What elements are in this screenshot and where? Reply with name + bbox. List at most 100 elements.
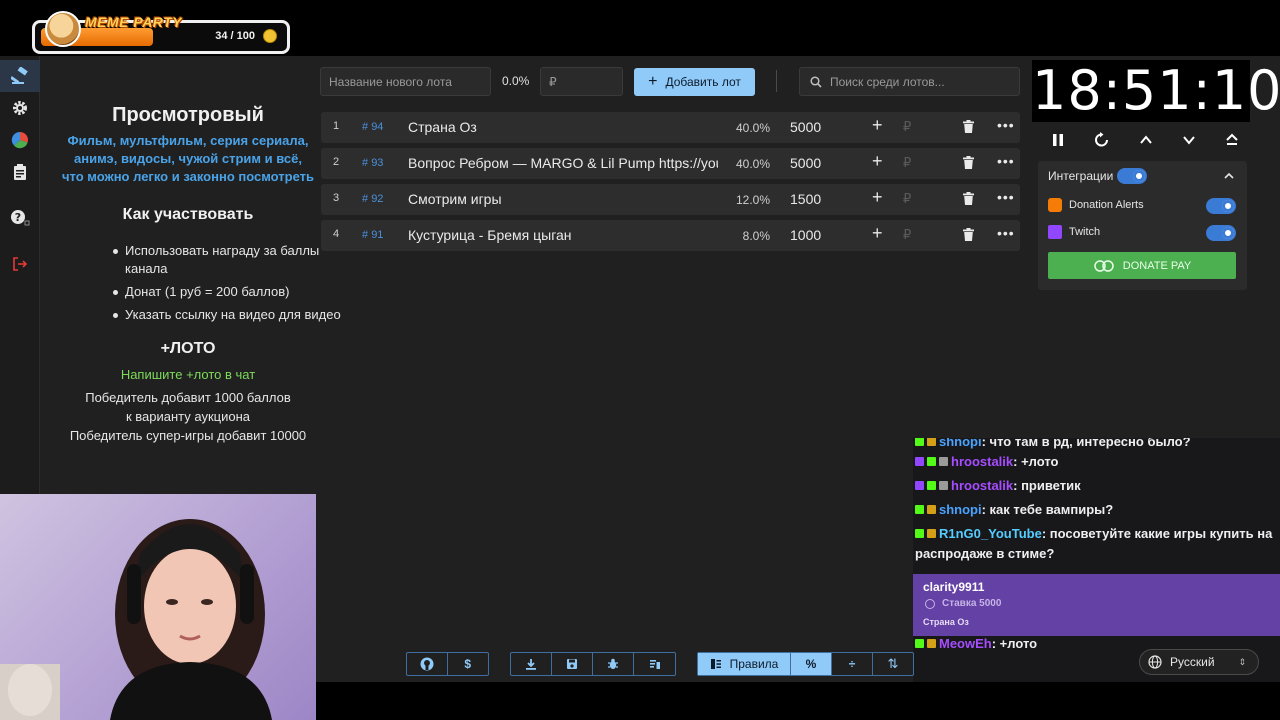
lot-row[interactable]: 3 # 92 Смотрим игры 12.0% 1500 + ₽ ••• xyxy=(321,184,1020,215)
reset-icon[interactable] xyxy=(1093,131,1111,149)
delete-lot-icon[interactable] xyxy=(963,192,974,208)
help-icon[interactable]: ? xyxy=(8,206,32,230)
add-amount-button[interactable]: + xyxy=(872,115,883,136)
save-icon[interactable] xyxy=(552,653,593,675)
github-icon[interactable] xyxy=(407,653,448,675)
new-lot-percent: 0.0% xyxy=(502,74,530,88)
integration-label: Twitch xyxy=(1069,226,1101,238)
amount-input[interactable]: ₽ xyxy=(903,227,911,243)
amount-input[interactable]: ₽ xyxy=(903,191,911,207)
new-lot-amount-input[interactable]: ₽ xyxy=(540,67,623,96)
logout-icon[interactable] xyxy=(8,252,32,276)
chevron-up-icon[interactable] xyxy=(1138,132,1154,148)
loto-hint: Напишите +лото в чат xyxy=(120,367,256,382)
auction-gavel-icon[interactable] xyxy=(8,64,32,88)
search-icon xyxy=(810,75,822,88)
more-options-icon[interactable]: ••• xyxy=(997,117,1015,133)
list-item: Донат (1 руб = 200 баллов) xyxy=(113,283,355,301)
pause-icon[interactable] xyxy=(1050,132,1066,148)
timer-controls xyxy=(1050,128,1240,152)
lot-row[interactable]: 1 # 94 Страна Оз 40.0% 5000 + ₽ ••• xyxy=(321,112,1020,143)
integrations-toggle[interactable] xyxy=(1117,168,1147,184)
double-chevron-up-icon[interactable] xyxy=(1224,132,1240,148)
clipboard-icon[interactable] xyxy=(8,160,32,184)
lot-row[interactable]: 4 # 91 Кустурица - Бремя цыган 8.0% 1000 + ₽ ••… xyxy=(321,220,1020,251)
chat-username[interactable]: hroostalik xyxy=(951,478,1013,493)
participate-list: Использовать награду за баллы канала Дон… xyxy=(113,242,355,329)
lot-amount[interactable]: 1500 xyxy=(790,191,821,207)
lot-name[interactable]: Кустурица - Бремя цыган xyxy=(408,227,718,243)
plus-icon: + xyxy=(648,73,658,90)
bug-icon[interactable] xyxy=(593,653,634,675)
lot-id: # 94 xyxy=(362,121,383,133)
add-amount-button[interactable]: + xyxy=(872,187,883,208)
twitch-toggle[interactable] xyxy=(1206,225,1236,241)
more-options-icon[interactable]: ••• xyxy=(997,225,1015,241)
chat-message: shnopi: как тебе вампиры? xyxy=(915,500,1275,520)
chat-text: : +лото xyxy=(991,636,1038,651)
new-lot-placeholder: Название нового лота xyxy=(329,74,452,89)
toolbar-group-view: Правила % ÷ ⇅ xyxy=(697,652,914,676)
search-input[interactable]: Поиск среди лотов... xyxy=(799,67,1020,96)
compact-view-icon[interactable]: ÷ xyxy=(832,653,873,675)
highlight-message: clarity9911 Ставка 5000 Страна Оз xyxy=(913,574,1280,636)
add-amount-button[interactable]: + xyxy=(872,151,883,172)
chat-badge-icon xyxy=(915,457,924,466)
chat-username[interactable]: hroostalik xyxy=(951,454,1013,469)
chevron-down-icon[interactable] xyxy=(1181,132,1197,148)
toolbar-group-file xyxy=(510,652,676,676)
lot-id-value: 92 xyxy=(371,193,384,205)
chat-username[interactable]: shnopi xyxy=(939,502,982,517)
add-amount-button[interactable]: + xyxy=(872,223,883,244)
percent-toggle-icon[interactable]: % xyxy=(791,653,832,675)
search-placeholder: Поиск среди лотов... xyxy=(830,74,945,89)
amount-input[interactable]: ₽ xyxy=(903,119,911,135)
chat-message: R1nG0_YouTube: посоветуйте какие игры ку… xyxy=(915,524,1275,564)
lot-index: 3 xyxy=(333,192,340,204)
delete-lot-icon[interactable] xyxy=(963,228,974,244)
rules-description-line: Фильм, мультфильм, серия сериала, xyxy=(67,133,309,148)
auction-timer: 18:51:10 xyxy=(1032,59,1280,122)
lot-amount[interactable]: 5000 xyxy=(790,119,821,135)
chat-username[interactable]: R1nG0_YouTube xyxy=(939,526,1042,541)
lot-amount[interactable]: 1000 xyxy=(790,227,821,243)
chat-username[interactable]: shnopi xyxy=(939,438,982,449)
rules-panel: Просмотровый Фильм, мультфильм, серия се… xyxy=(41,56,341,496)
donate-dollar-icon[interactable]: $ xyxy=(448,653,489,675)
lot-index: 4 xyxy=(333,228,340,240)
lot-share: 12.0% xyxy=(735,193,770,207)
amount-input[interactable]: ₽ xyxy=(903,155,911,171)
select-arrows-icon: ⇕ xyxy=(1238,656,1246,667)
more-options-icon[interactable]: ••• xyxy=(997,153,1015,169)
chat-badge-icon xyxy=(927,529,936,538)
lot-name[interactable]: Страна Оз xyxy=(408,119,718,135)
rules-description-line: анимэ, видосы, чужой стрим и всё, xyxy=(74,151,302,166)
chat-badge-icon xyxy=(915,481,924,490)
sort-icon[interactable]: ⇅ xyxy=(873,653,913,675)
meme-party-widget: MEME PARTY 34 / 100 xyxy=(32,11,290,54)
lot-name[interactable]: Вопрос Ребром — MARGO & Lil Pump https:/… xyxy=(408,155,718,171)
lot-name[interactable]: Смотрим игры xyxy=(408,191,718,207)
language-select[interactable]: Русский ⇕ xyxy=(1139,649,1259,675)
chat-panel: shnopi: что там в рд, интересно было? hro… xyxy=(913,438,1280,682)
lot-share: 8.0% xyxy=(742,229,770,243)
settings-gear-icon[interactable] xyxy=(8,96,32,120)
delete-lot-icon[interactable] xyxy=(963,120,974,136)
donation-alerts-toggle[interactable] xyxy=(1206,198,1236,214)
more-options-icon[interactable]: ••• xyxy=(997,189,1015,205)
lot-amount[interactable]: 5000 xyxy=(790,155,821,171)
chat-username[interactable]: MeowEh xyxy=(939,636,992,651)
chevron-up-icon[interactable] xyxy=(1223,171,1235,181)
donate-pay-button[interactable]: DONATE PAY xyxy=(1048,252,1236,279)
chat-text: : приветик xyxy=(1013,478,1081,493)
chat-badge-icon xyxy=(927,481,936,490)
download-icon[interactable] xyxy=(511,653,552,675)
lot-row[interactable]: 2 # 93 Вопрос Ребром — MARGO & Lil Pump ht… xyxy=(321,148,1020,179)
clear-list-icon[interactable] xyxy=(634,653,675,675)
new-lot-input[interactable]: Название нового лота xyxy=(320,67,491,96)
add-lot-button[interactable]: + Добавить лот xyxy=(634,68,755,96)
stats-pie-icon[interactable] xyxy=(8,128,32,152)
delete-lot-icon[interactable] xyxy=(963,156,974,172)
rules-toggle-button[interactable]: Правила xyxy=(698,653,791,675)
meme-party-count: 34 / 100 xyxy=(215,30,255,42)
